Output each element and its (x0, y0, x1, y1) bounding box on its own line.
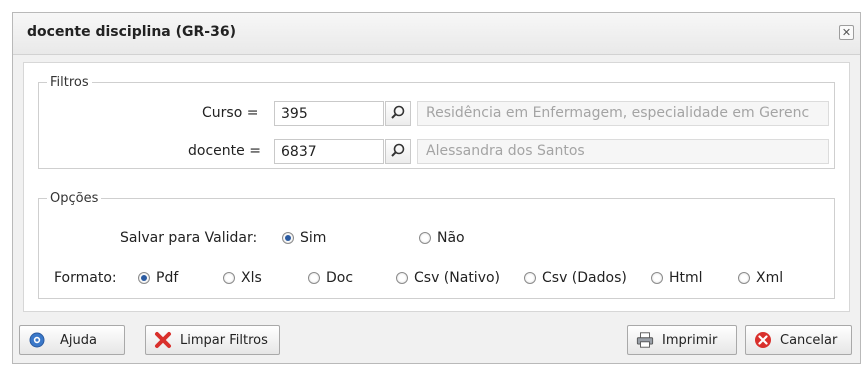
docente-description: Alessandra dos Santos (417, 139, 829, 164)
formato-xml-radio[interactable]: Xml (738, 270, 783, 286)
radio-dot (651, 272, 663, 284)
salvar-nao-radio[interactable]: Não (419, 230, 465, 246)
salvar-validar-label: Salvar para Validar: (120, 230, 258, 246)
salvar-sim-radio[interactable]: Sim (282, 230, 326, 246)
radio-dot (282, 232, 294, 244)
docente-lookup-button[interactable] (385, 139, 411, 164)
radio-dot (223, 272, 235, 284)
magnifier-icon (391, 143, 405, 157)
radio-label: Doc (326, 270, 354, 286)
magnifier-icon (391, 105, 405, 119)
formato-csv-dados-radio[interactable]: Csv (Dados) (524, 270, 627, 286)
close-button[interactable]: ✕ (839, 25, 854, 40)
print-button[interactable]: Imprimir (627, 325, 737, 355)
formato-doc-radio[interactable]: Doc (308, 270, 353, 286)
red-x-icon (154, 331, 172, 349)
curso-lookup-button[interactable] (385, 101, 411, 126)
filters-legend: Filtros (50, 75, 89, 90)
dialog-titlebar: docente disciplina (GR-36) ✕ (13, 13, 860, 55)
clear-filters-button[interactable]: Limpar Filtros (145, 325, 280, 355)
radio-label: Não (437, 230, 465, 246)
curso-description: Residência em Enfermagem, especialidade … (417, 101, 829, 126)
radio-label: Sim (300, 230, 327, 246)
print-button-label: Imprimir (662, 332, 718, 348)
help-button-label: Ajuda (60, 332, 97, 348)
options-legend: Opções (50, 191, 99, 206)
formato-label: Formato: (54, 270, 117, 286)
docente-code-input[interactable] (274, 139, 384, 164)
cancel-button[interactable]: Cancelar (745, 325, 852, 355)
dialog-title: docente disciplina (GR-36) (27, 24, 236, 40)
curso-label: Curso = (202, 105, 259, 121)
radio-dot (738, 272, 750, 284)
formato-html-radio[interactable]: Html (651, 270, 703, 286)
formato-pdf-radio[interactable]: Pdf (138, 270, 178, 286)
radio-dot (308, 272, 320, 284)
close-icon: ✕ (841, 26, 852, 39)
radio-dot (138, 272, 150, 284)
formato-csv-nativo-radio[interactable]: Csv (Nativo) (396, 270, 500, 286)
radio-label: Pdf (156, 270, 179, 286)
radio-dot (524, 272, 536, 284)
report-dialog: docente disciplina (GR-36) ✕ Filtros Cur… (12, 12, 861, 364)
cancel-button-label: Cancelar (780, 332, 838, 348)
cancel-icon (754, 331, 772, 349)
radio-label: Csv (Dados) (542, 270, 627, 286)
formato-xls-radio[interactable]: Xls (223, 270, 262, 286)
clear-filters-label: Limpar Filtros (180, 332, 268, 348)
printer-icon (636, 331, 654, 349)
radio-dot (396, 272, 408, 284)
dialog-content: Filtros Curso = Residência em Enfermagem… (23, 62, 850, 312)
radio-dot (419, 232, 431, 244)
radio-label: Xml (756, 270, 784, 286)
radio-label: Xls (241, 270, 262, 286)
docente-label: docente = (188, 143, 261, 159)
radio-label: Html (669, 270, 703, 286)
curso-code-input[interactable] (274, 101, 384, 126)
radio-label: Csv (Nativo) (414, 270, 501, 286)
help-button[interactable]: Ajuda (19, 325, 125, 355)
question-icon (28, 331, 46, 349)
